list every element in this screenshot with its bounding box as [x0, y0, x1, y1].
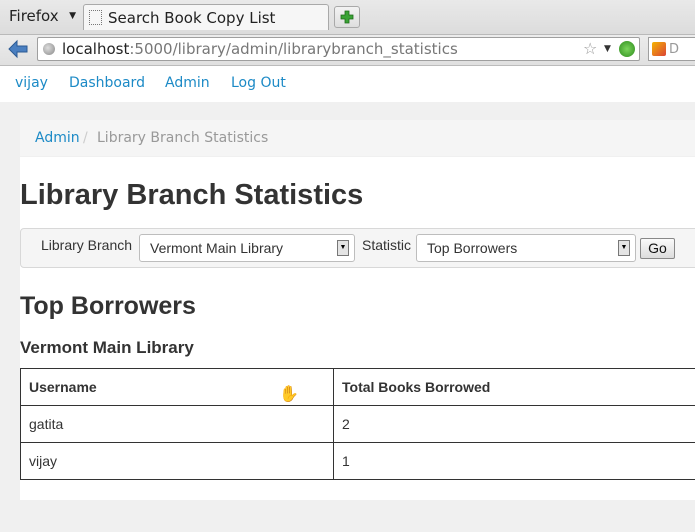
- table-row: gatita 2: [20, 405, 695, 443]
- breadcrumb: Admin / Library Branch Statistics: [20, 120, 695, 156]
- column-header-total-books: Total Books Borrowed: [333, 368, 695, 406]
- nav-user-link[interactable]: vijay: [15, 75, 48, 91]
- top-navigation: vijay Dashboard Admin Log Out: [0, 66, 695, 102]
- go-button[interactable]: Go: [640, 238, 675, 259]
- library-branch-selected-value: Vermont Main Library: [150, 240, 284, 256]
- cell-username: gatita: [20, 405, 334, 443]
- page-title: Library Branch Statistics: [20, 179, 364, 211]
- branch-subtitle: Vermont Main Library: [20, 338, 194, 357]
- bookmark-star-icon[interactable]: ☆: [583, 38, 597, 60]
- url-text: localhost:5000/library/admin/librarybran…: [62, 38, 458, 60]
- nav-logout-link[interactable]: Log Out: [231, 75, 286, 91]
- page-viewport: vijay Dashboard Admin Log Out Admin / Li…: [0, 66, 695, 532]
- firefox-menu-label: Firefox: [9, 7, 59, 25]
- chevron-down-icon: ▼: [69, 11, 76, 21]
- browser-nav-bar: localhost:5000/library/admin/librarybran…: [0, 35, 695, 66]
- table-header-row: Username Total Books Borrowed: [20, 368, 695, 406]
- library-branch-select[interactable]: Vermont Main Library ▼: [139, 234, 355, 262]
- statistic-section-title: Top Borrowers: [20, 292, 196, 320]
- cell-total-books: 1: [333, 442, 695, 480]
- chevron-down-icon: ▼: [337, 240, 349, 256]
- breadcrumb-separator: /: [83, 130, 88, 146]
- address-bar[interactable]: localhost:5000/library/admin/librarybran…: [37, 37, 640, 61]
- plus-icon: [340, 10, 354, 24]
- url-host: localhost: [62, 40, 130, 58]
- search-engine-icon[interactable]: [652, 42, 666, 56]
- cell-username: vijay: [20, 442, 334, 480]
- cell-total-books: 2: [333, 405, 695, 443]
- url-path: :5000/library/admin/librarybranch_statis…: [129, 40, 458, 58]
- page-favicon-icon: [89, 10, 102, 25]
- nav-admin-link[interactable]: Admin: [165, 75, 210, 91]
- library-branch-label: Library Branch: [41, 237, 133, 253]
- search-placeholder: D: [669, 41, 680, 57]
- statistics-table: Username Total Books Borrowed gatita 2 v…: [20, 368, 695, 480]
- new-tab-button[interactable]: [334, 6, 360, 28]
- search-engine-box[interactable]: D: [648, 37, 695, 61]
- nav-dashboard-link[interactable]: Dashboard: [69, 75, 145, 91]
- main-content: Library Branch Statistics Library Branch…: [20, 157, 695, 500]
- globe-icon: [43, 43, 55, 55]
- browser-tab[interactable]: Search Book Copy List: [83, 4, 329, 30]
- firefox-menu-button[interactable]: Firefox ▼: [3, 4, 80, 28]
- statistic-select[interactable]: Top Borrowers ▼: [416, 234, 636, 262]
- statistic-label: Statistic: [362, 237, 412, 253]
- back-button[interactable]: [5, 37, 31, 61]
- reload-icon[interactable]: [619, 41, 635, 57]
- hand-cursor-icon: ✋: [279, 384, 299, 403]
- breadcrumb-current: Library Branch Statistics: [97, 130, 269, 146]
- tab-title: Search Book Copy List: [108, 8, 276, 27]
- breadcrumb-admin-link[interactable]: Admin: [35, 120, 80, 156]
- history-dropdown-icon[interactable]: ▼: [604, 38, 611, 60]
- back-arrow-icon: [8, 39, 28, 59]
- chevron-down-icon: ▼: [618, 240, 630, 256]
- table-row: vijay 1: [20, 442, 695, 480]
- statistics-filter-form: Library Branch Vermont Main Library ▼ St…: [20, 228, 695, 268]
- statistic-selected-value: Top Borrowers: [427, 240, 518, 256]
- browser-tab-bar: Firefox ▼ Search Book Copy List: [0, 0, 695, 35]
